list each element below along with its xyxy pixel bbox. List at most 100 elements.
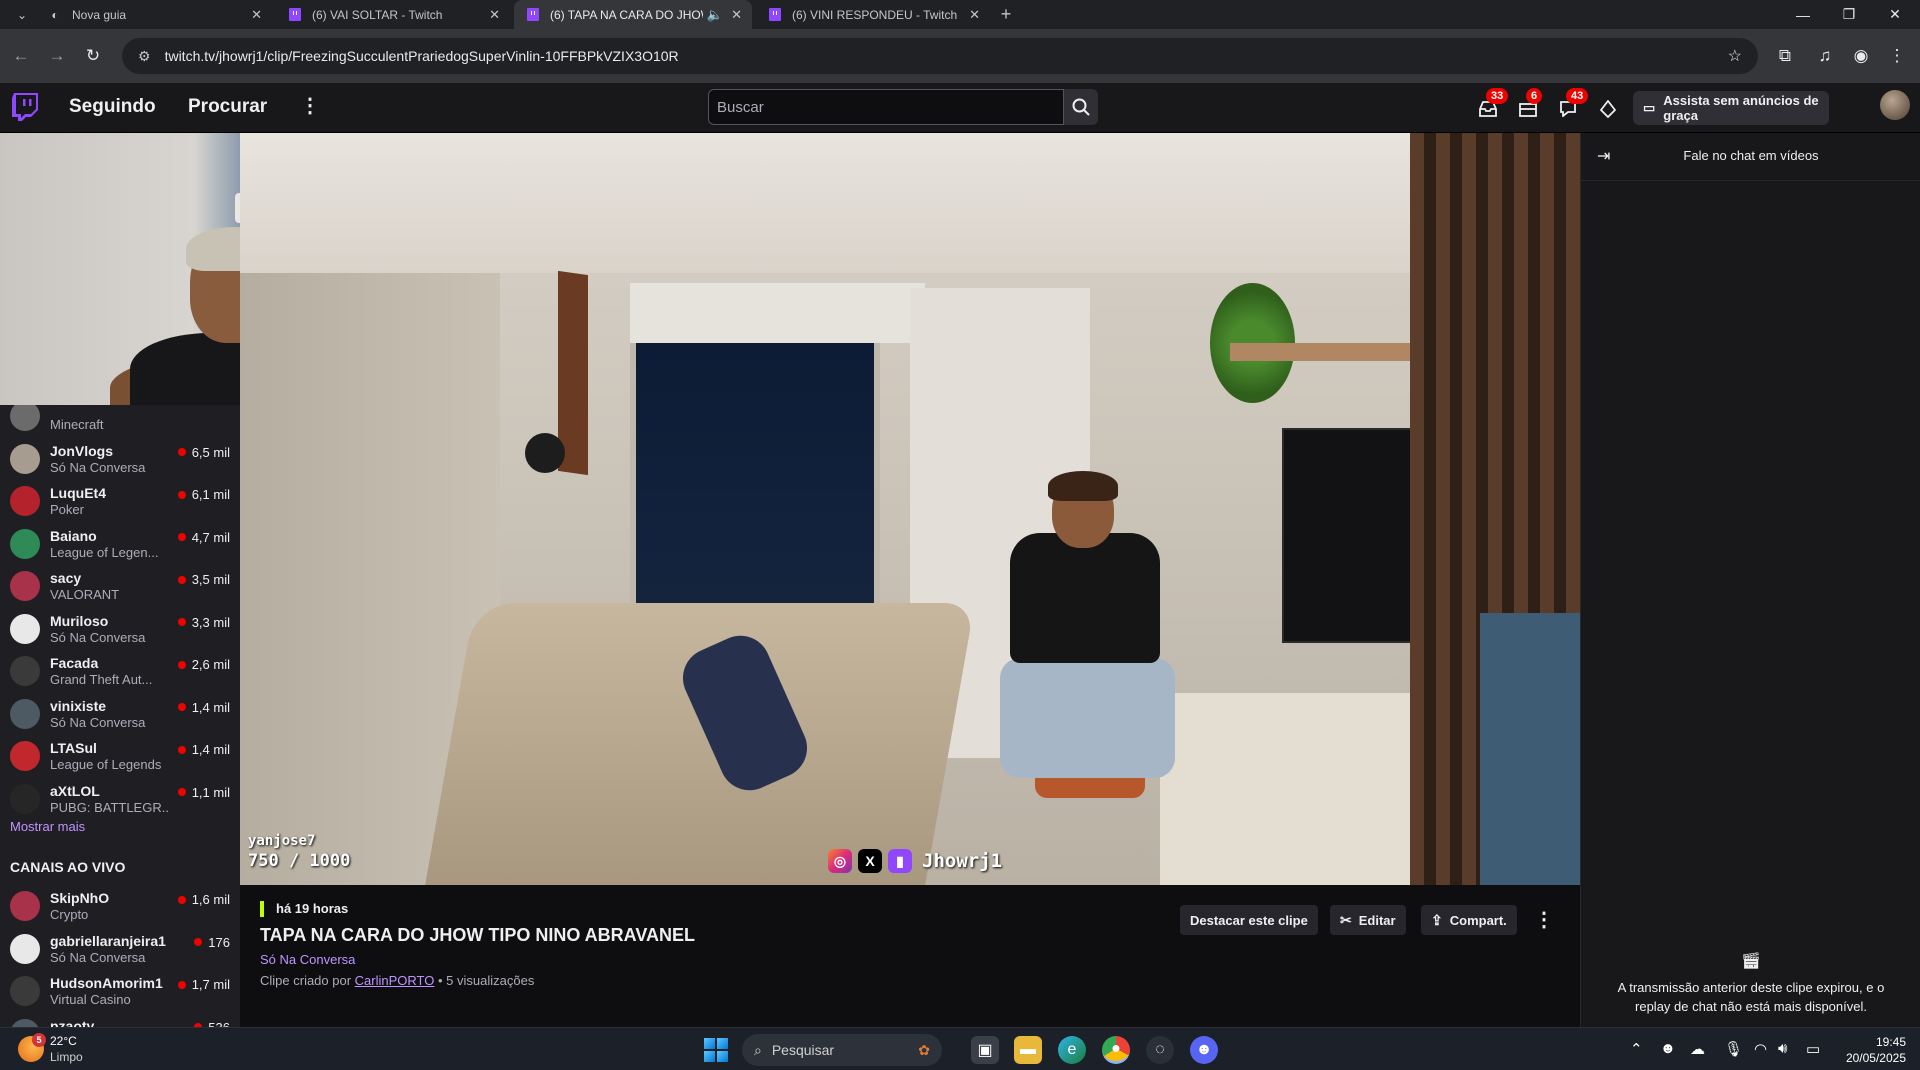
forward-button[interactable]: → — [44, 43, 70, 69]
tab-title: (6) TAPA NA CARA DO JHOW — [550, 7, 703, 22]
sidebar-channel-row[interactable]: pzaoty 536 — [0, 1015, 240, 1028]
sidebar-channel-row[interactable]: HudsonAmorim1 Virtual Casino 1,7 mil — [0, 972, 240, 1014]
channel-avatar — [10, 783, 40, 814]
reload-button[interactable]: ↻ — [80, 43, 106, 69]
edge-browser-icon[interactable]: e — [1058, 1036, 1086, 1064]
extensions-icon[interactable]: ⧉ — [1772, 43, 1798, 69]
twitch-icon — [526, 8, 540, 22]
nav-browse[interactable]: Procurar — [188, 96, 267, 118]
media-control-icon[interactable]: ♫ — [1812, 43, 1838, 69]
plus-icon: + — [1000, 4, 1012, 24]
twitch-icon — [288, 8, 302, 22]
channel-game: Minecraft — [50, 417, 104, 432]
browser-tab-3[interactable]: (6) TAPA NA CARA DO JHOW 🔈 ✕ — [514, 0, 752, 29]
task-view-icon[interactable]: ▣ — [971, 1036, 999, 1064]
new-tab-button[interactable]: + — [994, 0, 1018, 29]
bits-gem-icon — [1600, 100, 1616, 118]
sidebar-channel-row[interactable]: LTASul League of Legends 1,4 mil — [0, 737, 240, 779]
channel-game: VALORANT — [50, 587, 120, 602]
sidebar-channel-row[interactable]: sacy VALORANT 3,5 mil — [0, 567, 240, 609]
minimize-button[interactable]: — — [1780, 0, 1826, 29]
bits-button[interactable] — [1594, 95, 1622, 123]
bookmark-star-icon[interactable]: ☆ — [1728, 46, 1742, 66]
channel-game: Só Na Conversa — [50, 949, 146, 965]
tray-chevron-up-icon[interactable]: ⌃ — [1630, 1040, 1643, 1058]
share-clip-button[interactable]: ⇪ Compart. — [1421, 905, 1517, 935]
speaker-icon[interactable]: 🔈 — [707, 7, 723, 23]
channel-avatar — [10, 613, 40, 644]
volume-icon[interactable]: 🔊︎ — [1778, 1040, 1787, 1057]
channel-viewers: 536 — [194, 1020, 230, 1028]
sidebar-channel-row[interactable]: Muriloso Só Na Conversa 3,3 mil — [0, 610, 240, 652]
wifi-icon[interactable]: ◠ — [1754, 1040, 1767, 1058]
taskbar-clock[interactable]: 19:45 20/05/2025 — [1838, 1034, 1906, 1066]
search-input[interactable]: Buscar — [708, 89, 1064, 125]
room-ceiling — [240, 133, 1580, 273]
clip-more-options-icon[interactable]: ⋮ — [1534, 907, 1554, 932]
browser-tab-1[interactable]: ◐ Nova guia ✕ — [36, 0, 272, 29]
profile-icon[interactable]: ◉ — [1848, 43, 1874, 69]
notifications-button[interactable]: 43 — [1554, 88, 1589, 123]
more-options-icon[interactable]: ⋮ — [300, 93, 320, 118]
weather-temperature: 22°C — [50, 1034, 77, 1048]
inbox-button[interactable]: 33 — [1474, 88, 1509, 123]
clip-video-player[interactable]: yanjose7 750 / 1000 ◎ X ▮ Jhowrj1 — [240, 133, 1580, 885]
taskbar-search[interactable]: ⌕ Pesquisar ✿ — [742, 1034, 942, 1066]
sidebar-channel-row[interactable]: JonVlogs Só Na Conversa 6,5 mil — [0, 440, 240, 482]
channel-viewers: 1,4 mil — [178, 742, 230, 757]
microphone-icon[interactable]: 🎙︎ — [1724, 1040, 1743, 1058]
sidebar-channel-row[interactable]: Baiano League of Legen... 4,7 mil — [0, 525, 240, 567]
whispers-button[interactable]: 6 — [1514, 88, 1543, 123]
window-close-button[interactable]: ✕ — [1872, 0, 1918, 29]
clip-category-link[interactable]: Só Na Conversa — [260, 952, 355, 967]
show-more-link[interactable]: Mostrar mais — [10, 819, 85, 834]
channel-name: HudsonAmorim1 — [50, 975, 163, 991]
sidebar-channel-row[interactable]: LuquEt4 Poker 6,1 mil — [0, 482, 240, 524]
file-explorer-icon[interactable]: ▬ — [1014, 1036, 1042, 1064]
address-bar[interactable]: ⚙ twitch.tv/jhowrj1/clip/FreezingSuccule… — [122, 38, 1758, 74]
wall-shelf — [1230, 343, 1410, 361]
channel-game: Só Na Conversa — [50, 459, 146, 475]
app-tray-icon[interactable]: ◌ — [1146, 1036, 1174, 1064]
close-icon[interactable]: ✕ — [969, 7, 980, 23]
clip-author-link[interactable]: CarlinPORTO — [355, 973, 435, 988]
restore-button[interactable]: ❐ — [1826, 0, 1872, 29]
channel-name: LuquEt4 — [50, 485, 106, 501]
sidebar-channel-row[interactable]: gabriellaranjeira1 Só Na Conversa 176 — [0, 930, 240, 972]
sidebar-channel-row[interactable]: SkipNhO Crypto 1,6 mil — [0, 887, 240, 929]
chrome-browser-icon[interactable]: ● — [1102, 1036, 1130, 1064]
user-avatar[interactable] — [1880, 90, 1910, 120]
channel-viewers: 1,1 mil — [178, 785, 230, 800]
sofa — [425, 603, 975, 885]
tab-title: (6) VAI SOLTAR - Twitch — [312, 7, 443, 22]
discord-tray-icon[interactable]: ☻ — [1660, 1040, 1676, 1057]
prime-ad-free-button[interactable]: ▭ Assista sem anúncios de graça — [1633, 91, 1829, 125]
sidebar-channel-row[interactable]: Facada Grand Theft Aut... 2,6 mil — [0, 652, 240, 694]
channel-viewers: 6,1 mil — [178, 487, 230, 502]
discord-icon[interactable]: ☻ — [1190, 1036, 1218, 1064]
channel-name: JonVlogs — [50, 442, 114, 459]
edit-clip-button[interactable]: ✂ Editar — [1330, 905, 1406, 935]
nav-following[interactable]: Seguindo — [69, 96, 156, 118]
sidebar-channel-row[interactable]: vinixiste Só Na Conversa 1,4 mil — [0, 695, 240, 737]
browser-tab-2[interactable]: (6) VAI SOLTAR - Twitch ✕ — [276, 0, 510, 29]
close-icon[interactable]: ✕ — [489, 7, 500, 23]
battery-icon[interactable]: ▭ — [1806, 1040, 1820, 1058]
close-icon[interactable]: ✕ — [251, 7, 262, 23]
sidebar-channel-row[interactable]: aXtLOL PUBG: BATTLEGR... 1,1 mil — [0, 780, 240, 822]
search-button[interactable] — [1064, 89, 1098, 125]
cloud-offline-icon[interactable]: ☁ — [1690, 1040, 1705, 1058]
channel-name: SkipNhO — [50, 890, 110, 906]
browser-tab-strip: ⌄ ◐ Nova guia ✕ (6) VAI SOLTAR - Twitch … — [0, 0, 1920, 29]
site-info-icon[interactable]: ⚙ — [138, 48, 151, 65]
windows-start-button[interactable] — [704, 1038, 728, 1062]
twitch-logo-icon[interactable] — [12, 93, 38, 121]
browser-tab-4[interactable]: (6) VINI RESPONDEU - Twitch ✕ — [756, 0, 990, 29]
chrome-menu-icon[interactable]: ⋮ — [1884, 43, 1910, 69]
close-icon[interactable]: ✕ — [731, 7, 742, 23]
back-button[interactable]: ← — [8, 43, 34, 69]
chat-header: ⇥ Fale no chat em vídeos — [1581, 133, 1920, 181]
highlight-clip-button[interactable]: Destacar este clipe — [1180, 905, 1318, 935]
tab-search-button[interactable]: ⌄ — [8, 0, 36, 29]
clock-date: 20/05/2025 — [1845, 1051, 1906, 1065]
